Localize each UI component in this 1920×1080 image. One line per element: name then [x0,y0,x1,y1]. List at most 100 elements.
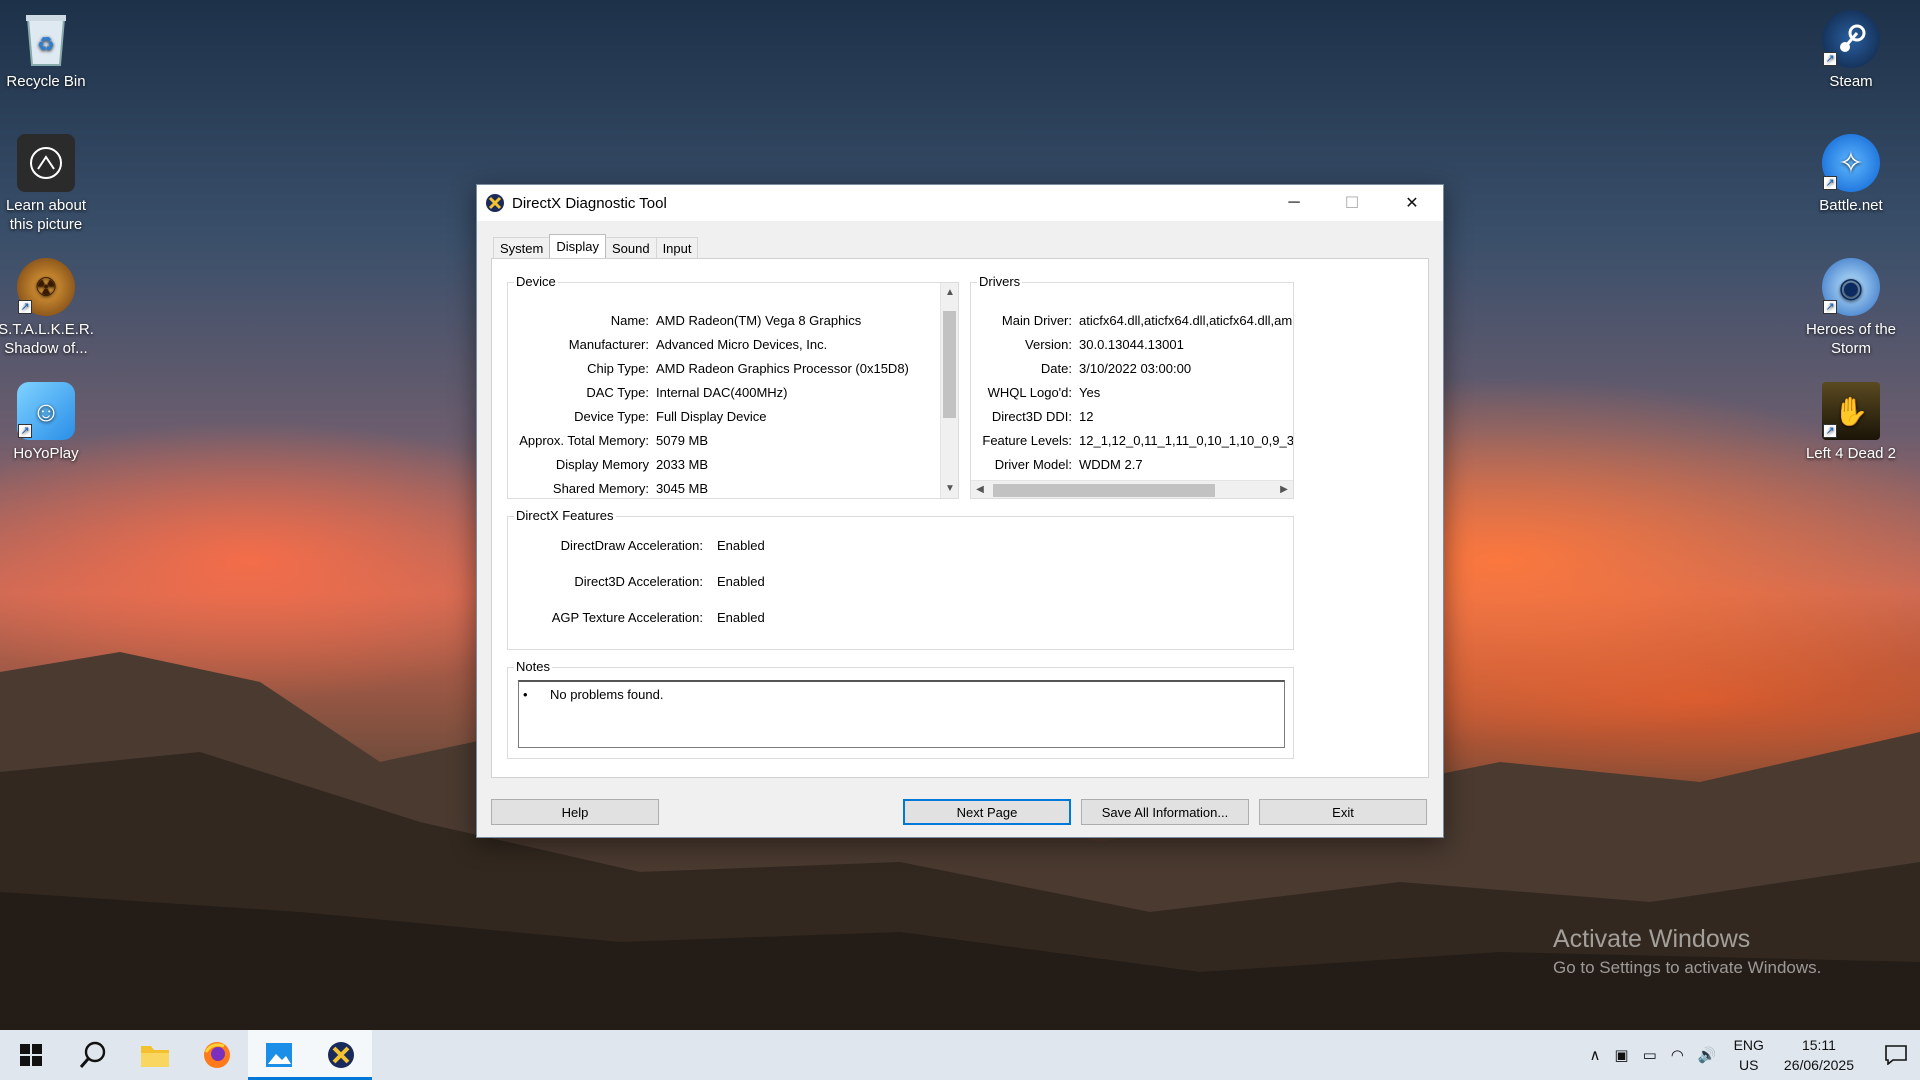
field-value: 12_1,12_0,11_1,11_0,10_1,10_0,9_3 [1079,433,1293,448]
title-bar[interactable]: DirectX Diagnostic Tool ─ ☐ ✕ [477,185,1443,221]
taskbar-clock[interactable]: 15:11 26/06/2025 [1774,1035,1872,1075]
desktop-icon-label: Battle.net [1819,197,1883,214]
desktop-icon-hoyoplay[interactable]: ☺ ↗ HoYoPlay [0,376,94,463]
driver-row-d3d-ddi: Direct3D DDI: 12 [971,409,1094,429]
firefox-icon [204,1042,230,1068]
tab-display[interactable]: Display [549,234,606,258]
field-value: Enabled [717,538,765,553]
desktop-icon-label: Learn about this picture [5,197,87,233]
field-key: Feature Levels: [982,433,1072,448]
activate-windows-title: Activate Windows [1553,925,1751,953]
taskbar-file-explorer[interactable] [124,1030,186,1080]
tab-sound[interactable]: Sound [604,237,657,258]
feature-row-directdraw: DirectDraw Acceleration: Enabled [508,538,765,558]
device-row-shared-memory: Shared Memory: 3045 MB [508,481,708,498]
display-tab-panel: Device Name: AMD Radeon(TM) Vega 8 Graphi… [491,258,1429,778]
field-value: 30.0.13044.13001 [1079,337,1184,352]
desktop-icon-recycle-bin[interactable]: ♻ Recycle Bin [0,4,94,91]
desktop-icon-label: Heroes of the Storm [1805,321,1897,357]
maximize-button[interactable]: ☐ [1323,185,1381,221]
windows-logo-icon [20,1044,42,1066]
search-button[interactable] [62,1030,124,1080]
desktop-icon-battlenet[interactable]: ✧ ↗ Battle.net [1803,128,1899,215]
scrollbar-thumb[interactable] [943,311,956,418]
field-key: Shared Memory: [552,481,649,496]
battery-icon[interactable]: ▭ [1636,1046,1664,1064]
field-value: Yes [1079,385,1101,400]
bullet-icon: • [523,687,528,702]
taskbar-firefox[interactable] [186,1030,248,1080]
taskbar-photos[interactable] [248,1030,310,1080]
notification-icon [1885,1045,1907,1065]
feature-row-direct3d: Direct3D Acceleration: Enabled [508,574,764,594]
field-key: Date: [1040,361,1072,376]
notification-center-button[interactable] [1872,1030,1920,1080]
close-button[interactable]: ✕ [1383,185,1441,221]
field-key: Version: [1025,337,1072,352]
desktop-icon-label: HoYoPlay [13,445,79,462]
desktop-icon-learn-about-picture[interactable]: Learn about this picture [0,128,94,234]
desktop-icon-heroes-of-the-storm[interactable]: ◉ ↗ Heroes of the Storm [1803,252,1899,358]
next-page-button[interactable]: Next Page [903,799,1071,825]
dxdiag-window: DirectX Diagnostic Tool ─ ☐ ✕ System Dis… [476,184,1444,838]
help-button[interactable]: Help [491,799,659,825]
keyboard-region: US [1739,1057,1759,1073]
driver-row-main-driver: Main Driver: aticfx64.dll,aticfx64.dll,at… [971,313,1292,333]
taskbar-directx-diagnostic[interactable] [310,1030,372,1080]
clock-time: 15:11 [1801,1037,1836,1053]
field-value: AMD Radeon(TM) Vega 8 Graphics [656,313,862,328]
exit-button[interactable]: Exit [1259,799,1427,825]
driver-row-whql: WHQL Logo'd: Yes [971,385,1101,405]
photos-icon [266,1043,292,1067]
device-row-dac-type: DAC Type: Internal DAC(400MHz) [508,385,787,405]
drivers-horizontal-scrollbar[interactable]: ◀ ▶ [971,480,1293,498]
tab-system[interactable]: System [493,237,551,258]
start-button[interactable] [0,1030,62,1080]
desktop-icon-label: Steam [1829,73,1873,90]
notes-textarea[interactable]: • No problems found. [518,680,1285,748]
tab-input[interactable]: Input [655,237,699,258]
drivers-group: Drivers Main Driver: aticfx64.dll,aticfx6… [970,274,1294,499]
shortcut-arrow-icon: ↗ [1823,424,1837,438]
window-title: DirectX Diagnostic Tool [512,194,667,212]
field-value: Advanced Micro Devices, Inc. [656,337,828,352]
wifi-icon[interactable]: ◠ [1664,1046,1691,1064]
activate-windows-watermark: Activate Windows Go to Settings to activ… [1553,925,1821,978]
clock-date: 26/06/2025 [1783,1057,1854,1073]
feature-row-agp-texture: AGP Texture Acceleration: Enabled [508,610,765,630]
field-value: Full Display Device [656,409,767,424]
scroll-up-arrow-icon[interactable]: ▲ [941,287,959,298]
field-key: Main Driver: [1001,313,1072,328]
taskbar: ∧ ▣ ▭ ◠ 🔊 ENG US 15:11 26/06/2025 [0,1030,1920,1080]
scroll-left-arrow-icon[interactable]: ◀ [971,484,989,495]
save-all-information-button[interactable]: Save All Information... [1081,799,1249,825]
field-key: Display Memory [555,457,649,472]
show-hidden-icons-chevron-icon[interactable]: ∧ [1582,1046,1607,1064]
desktop-icon-label: Left 4 Dead 2 [1805,445,1897,462]
search-icon [79,1041,106,1068]
volume-icon[interactable]: 🔊 [1691,1046,1724,1064]
language-indicator[interactable]: ENG US [1724,1035,1774,1075]
field-key: DAC Type: [586,385,649,400]
desktop-icon-left-4-dead-2[interactable]: ✋ ↗ Left 4 Dead 2 [1803,376,1899,463]
device-row-manufacturer: Manufacturer: Advanced Micro Devices, Inc… [508,337,827,357]
field-key: Chip Type: [587,361,649,376]
svg-text:♻: ♻ [37,32,55,56]
driver-row-feature-levels: Feature Levels: 12_1,12_0,11_1,11_0,10_1,… [971,433,1293,453]
desktop-icon-stalker[interactable]: ☢ ↗ S.T.A.L.K.E.R. Shadow of... [0,252,94,358]
field-value: WDDM 2.7 [1079,457,1143,472]
language-code: ENG [1733,1037,1764,1053]
field-key: AGP Texture Acceleration: [551,610,703,625]
field-key: Direct3D DDI: [991,409,1072,424]
device-icon[interactable]: ▣ [1607,1046,1635,1064]
desktop-icon-label: S.T.A.L.K.E.R. Shadow of... [0,321,94,357]
driver-row-version: Version: 30.0.13044.13001 [971,337,1184,357]
directx-features-label: DirectX Features [514,508,616,523]
desktop-icon-steam[interactable]: ↗ Steam [1803,4,1899,91]
scroll-right-arrow-icon[interactable]: ▶ [1275,484,1293,495]
field-value: Enabled [717,610,765,625]
device-vertical-scrollbar[interactable]: ▲ ▼ [940,283,958,498]
minimize-button[interactable]: ─ [1265,185,1323,221]
scroll-down-arrow-icon[interactable]: ▼ [941,483,959,494]
scrollbar-thumb[interactable] [993,484,1215,497]
